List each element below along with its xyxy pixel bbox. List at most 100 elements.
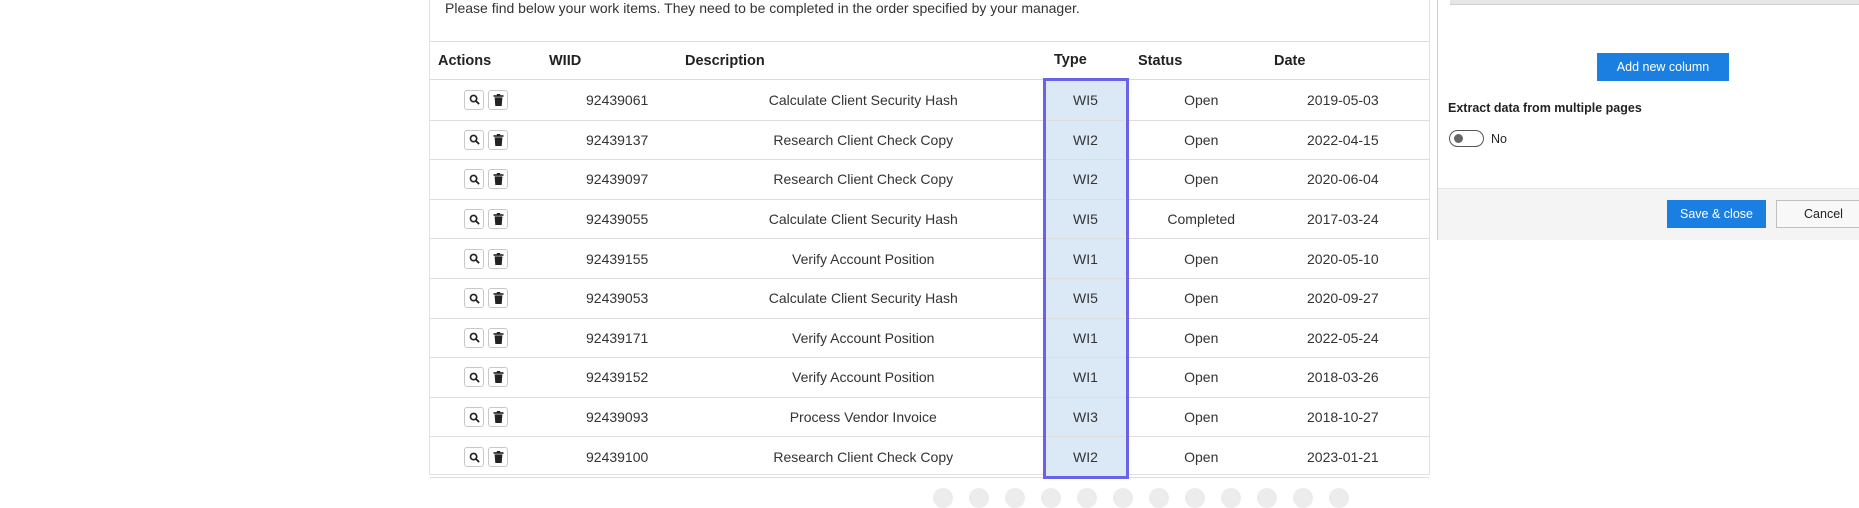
row-actions — [430, 159, 547, 200]
row-date: 2018-10-27 — [1274, 397, 1429, 438]
trash-icon[interactable] — [488, 288, 508, 309]
search-icon[interactable] — [464, 129, 484, 150]
row-actions — [430, 318, 547, 359]
search-icon[interactable] — [464, 248, 484, 269]
row-wiid: 92439061 — [547, 79, 684, 121]
header-type[interactable]: Type — [1044, 41, 1127, 80]
page-dot[interactable] — [1329, 488, 1349, 508]
header-wiid[interactable]: WIID — [547, 41, 684, 80]
row-type[interactable]: WI2 — [1042, 159, 1129, 200]
table-header-row: Actions WIID Description Type Status Dat… — [430, 41, 1429, 80]
row-actions — [430, 397, 547, 438]
row-date: 2020-09-27 — [1274, 278, 1429, 319]
row-type[interactable]: WI2 — [1042, 436, 1129, 479]
page-dot[interactable] — [1185, 488, 1205, 508]
cancel-button[interactable]: Cancel — [1776, 200, 1859, 228]
row-status: Open — [1127, 436, 1274, 478]
row-status: Open — [1127, 120, 1274, 161]
row-type[interactable]: WI1 — [1042, 357, 1129, 398]
page-dot[interactable] — [1293, 488, 1313, 508]
trash-icon[interactable] — [488, 209, 508, 230]
page-dot[interactable] — [1005, 488, 1025, 508]
row-status: Open — [1127, 159, 1274, 200]
row-type[interactable]: WI5 — [1042, 199, 1129, 240]
trash-icon[interactable] — [488, 407, 508, 428]
toggle-value-label: No — [1491, 132, 1507, 146]
trash-icon[interactable] — [488, 169, 508, 190]
row-type[interactable]: WI2 — [1042, 120, 1129, 161]
row-status: Open — [1127, 318, 1274, 359]
header-actions[interactable]: Actions — [430, 41, 547, 80]
extract-multiple-pages-label: Extract data from multiple pages — [1448, 101, 1642, 115]
table-row: 92439093 Process Vendor Invoice WI3 Open 201… — [430, 397, 1429, 438]
extract-multiple-pages-toggle[interactable] — [1449, 130, 1484, 147]
search-icon[interactable] — [464, 288, 484, 309]
row-description: Calculate Client Security Hash — [684, 278, 1044, 319]
table-row: 92439155 Verify Account Position WI1 Open 20… — [430, 238, 1429, 279]
row-type[interactable]: WI3 — [1042, 397, 1129, 438]
row-description: Process Vendor Invoice — [684, 397, 1044, 438]
row-wiid: 92439137 — [547, 120, 684, 161]
row-date: 2022-04-15 — [1274, 120, 1429, 161]
trash-icon[interactable] — [488, 89, 508, 110]
page-dot[interactable] — [1149, 488, 1169, 508]
page-dot[interactable] — [1113, 488, 1133, 508]
trash-icon[interactable] — [488, 367, 508, 388]
row-description: Calculate Client Security Hash — [684, 199, 1044, 240]
table-row: 92439097 Research Client Check Copy WI2 Ope… — [430, 159, 1429, 200]
row-description: Research Client Check Copy — [684, 436, 1044, 478]
page-dot[interactable] — [933, 488, 953, 508]
trash-icon[interactable] — [488, 248, 508, 269]
search-icon[interactable] — [464, 169, 484, 190]
column-settings-panel: Add new column Extract data from multipl… — [1437, 0, 1859, 240]
table-row: 92439053 Calculate Client Security Hash WI… — [430, 278, 1429, 319]
row-type[interactable]: WI1 — [1042, 238, 1129, 279]
row-description: Research Client Check Copy — [684, 120, 1044, 161]
row-actions — [430, 199, 547, 240]
work-items-panel: Please find below your work items. They … — [429, 0, 1430, 479]
search-icon[interactable] — [464, 209, 484, 230]
row-actions — [430, 79, 547, 121]
table-row: 92439061 Calculate Client Security Hash WI… — [430, 78, 1429, 121]
trash-icon[interactable] — [488, 327, 508, 348]
row-description: Verify Account Position — [684, 357, 1044, 398]
page-dot[interactable] — [1077, 488, 1097, 508]
row-type[interactable]: WI1 — [1042, 318, 1129, 359]
trash-icon[interactable] — [488, 447, 508, 468]
search-icon[interactable] — [464, 447, 484, 468]
save-and-close-button[interactable]: Save & close — [1667, 200, 1766, 228]
search-icon[interactable] — [464, 407, 484, 428]
header-description[interactable]: Description — [684, 41, 1044, 80]
row-wiid: 92439155 — [547, 238, 684, 279]
row-description: Calculate Client Security Hash — [684, 79, 1044, 121]
intro-text: Please find below your work items. They … — [445, 0, 1080, 16]
row-wiid: 92439100 — [547, 436, 684, 478]
add-new-column-button[interactable]: Add new column — [1597, 53, 1729, 81]
page-dot[interactable] — [1257, 488, 1277, 508]
row-type[interactable]: WI5 — [1042, 278, 1129, 319]
row-date: 2017-03-24 — [1274, 199, 1429, 240]
row-wiid: 92439152 — [547, 357, 684, 398]
trash-icon[interactable] — [488, 129, 508, 150]
row-type[interactable]: WI5 — [1042, 78, 1129, 121]
page-dot[interactable] — [1221, 488, 1241, 508]
row-description: Verify Account Position — [684, 318, 1044, 359]
header-date[interactable]: Date — [1274, 41, 1429, 80]
row-date: 2020-05-10 — [1274, 238, 1429, 279]
page-dot[interactable] — [1041, 488, 1061, 508]
page-dot[interactable] — [969, 488, 989, 508]
header-status[interactable]: Status — [1127, 41, 1274, 80]
row-date: 2022-05-24 — [1274, 318, 1429, 359]
row-actions — [430, 357, 547, 398]
row-wiid: 92439055 — [547, 199, 684, 240]
search-icon[interactable] — [464, 327, 484, 348]
panel-scroll-area — [1450, 0, 1859, 5]
row-actions — [430, 238, 547, 279]
search-icon[interactable] — [464, 367, 484, 388]
panel-footer: Save & close Cancel — [1438, 188, 1859, 240]
table-row: 92439100 Research Client Check Copy WI2 Ope… — [430, 436, 1429, 479]
search-icon[interactable] — [464, 89, 484, 110]
row-status: Open — [1127, 397, 1274, 438]
row-status: Open — [1127, 238, 1274, 279]
row-description: Verify Account Position — [684, 238, 1044, 279]
